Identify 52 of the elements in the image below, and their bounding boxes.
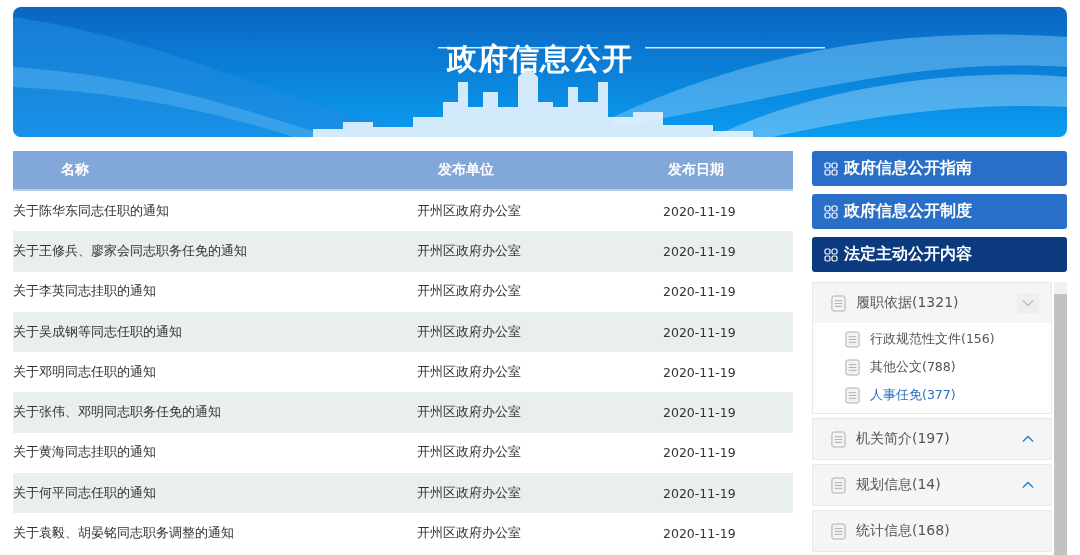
table-cell-text: 2020-11-19 xyxy=(662,485,737,501)
category-button[interactable]: 政府信息公开制度 xyxy=(812,194,1067,229)
notice-link[interactable]: 关于吴成钢等同志任职的通知 xyxy=(13,323,403,341)
tree-item[interactable]: 行政规范性文件(156) xyxy=(845,325,1051,353)
notice-link[interactable]: 关于袁毅、胡晏铭同志职务调整的通知 xyxy=(13,525,403,542)
notice-link[interactable]: 关于王修兵、廖家会同志职务任免的通知 xyxy=(13,242,403,260)
table-cell-text: 开州区政府办公室 xyxy=(416,444,522,462)
category-button[interactable]: 法定主动公开内容 xyxy=(812,237,1067,272)
table-cell-text: 开州区政府办公室 xyxy=(416,202,522,220)
notice-link[interactable]: 关于黄海同志挂职的通知 xyxy=(13,444,403,462)
column-header: 发布日期 xyxy=(667,161,725,179)
table-cell-text: 开州区政府办公室 xyxy=(416,363,522,381)
document-icon xyxy=(845,386,860,404)
table-cell-text: 开州区政府办公室 xyxy=(416,242,522,260)
table-cell-text: 开州区政府办公室 xyxy=(416,323,522,341)
table-cell-text: 2020-11-19 xyxy=(662,243,737,259)
tree-section[interactable]: 机关简介(197) xyxy=(813,419,1051,459)
table-cell-text: 开州区政府办公室 xyxy=(416,283,522,301)
document-icon xyxy=(845,358,860,376)
category-button[interactable]: 政府信息公开指南 xyxy=(812,151,1067,186)
column-header: 名称 xyxy=(60,161,90,179)
notice-link[interactable]: 关于李英同志挂职的通知 xyxy=(13,283,403,301)
table-cell-text: 2020-11-19 xyxy=(662,364,737,380)
table-cell-text: 开州区政府办公室 xyxy=(416,404,522,422)
table-cell-text: 2020-11-19 xyxy=(662,526,737,541)
table-cell-text: 2020-11-19 xyxy=(662,405,737,421)
document-icon xyxy=(831,294,846,312)
tree-item[interactable]: 人事任免(377) xyxy=(845,381,1051,409)
table-cell-text: 2020-11-19 xyxy=(662,445,737,461)
grid-icon xyxy=(824,204,838,219)
grid-icon xyxy=(824,161,838,176)
document-icon xyxy=(831,522,846,540)
table-cell-text: 2020-11-19 xyxy=(662,203,737,219)
document-icon xyxy=(845,330,860,348)
notice-link[interactable]: 关于陈华东同志任职的通知 xyxy=(13,202,403,220)
tree-item[interactable]: 其他公文(788) xyxy=(845,353,1051,381)
scrollbar[interactable] xyxy=(1054,282,1067,555)
table-cell-text: 开州区政府办公室 xyxy=(416,484,522,502)
column-header: 发布单位 xyxy=(437,161,495,179)
grid-icon xyxy=(824,247,838,262)
tree-section[interactable]: 统计信息(168) xyxy=(813,511,1051,551)
banner-title: 政府信息公开 xyxy=(447,40,633,78)
document-icon xyxy=(831,430,846,448)
table-cell-text: 开州区政府办公室 xyxy=(416,525,522,542)
table-cell-text: 2020-11-19 xyxy=(662,284,737,300)
document-icon xyxy=(831,476,846,494)
tree-section[interactable]: 履职依据(1321) xyxy=(813,283,1051,323)
notice-link[interactable]: 关于邓明同志任职的通知 xyxy=(13,363,403,381)
notice-link[interactable]: 关于张伟、邓明同志职务任免的通知 xyxy=(13,404,403,422)
table-cell-text: 2020-11-19 xyxy=(662,324,737,340)
tree-section[interactable]: 规划信息(14) xyxy=(813,465,1051,505)
notice-link[interactable]: 关于何平同志任职的通知 xyxy=(13,484,403,502)
